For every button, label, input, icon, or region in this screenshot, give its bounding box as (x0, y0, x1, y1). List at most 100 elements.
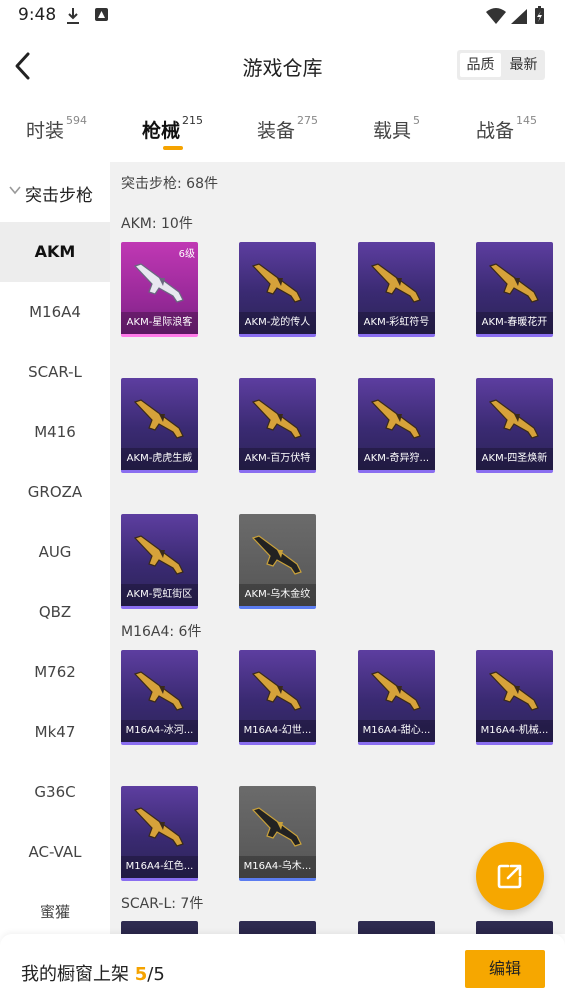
showcase-label: 我的橱窗上架 5/5 (21, 964, 165, 985)
tab-count: 145 (516, 114, 538, 127)
rifle-icon (370, 263, 421, 303)
section-title: 突击步枪: 68件 (121, 176, 218, 192)
sidebar-category-assault-rifles[interactable]: 突击步枪 (0, 162, 110, 222)
tab-vehicles[interactable]: 载具 5 (373, 114, 421, 143)
group-title-m16a4: M16A4: 6件 (121, 624, 202, 640)
skin-name: M16A4-乌木... (239, 856, 316, 878)
skin-name: AKM-虎虎生威 (121, 448, 198, 470)
sort-latest-button[interactable]: 最新 (503, 53, 544, 77)
skin-name: AKM-春暖花开 (476, 312, 553, 334)
sidebar-item-mk47[interactable]: Mk47 (0, 702, 110, 762)
tab-supplies[interactable]: 战备 145 (476, 114, 538, 143)
sort-toggle: 品质 最新 (457, 50, 545, 80)
skin-name: M16A4-红色... (121, 856, 198, 878)
skin-card[interactable]: M16A4-乌木... (239, 786, 316, 881)
rifle-icon (370, 671, 421, 711)
rifle-icon (370, 399, 421, 439)
rifle-icon (488, 399, 539, 439)
skin-name: AKM-奇异狩... (358, 448, 435, 470)
skin-card[interactable] (239, 921, 316, 934)
skin-card[interactable]: AKM-龙的传人 (239, 242, 316, 337)
sidebar-item-qbz[interactable]: QBZ (0, 582, 110, 642)
rifle-icon (133, 807, 184, 847)
sidebar-item-m416[interactable]: M416 (0, 402, 110, 462)
tab-count: 275 (297, 114, 319, 127)
sidebar-item-ac-val[interactable]: AC-VAL (0, 822, 110, 882)
sidebar-item-groza[interactable]: GROZA (0, 462, 110, 522)
skin-card[interactable]: M16A4-冰河... (121, 650, 198, 745)
skin-level: 6级 (178, 249, 195, 260)
rifle-icon (133, 535, 184, 575)
sidebar-item-scar-l[interactable]: SCAR-L (0, 342, 110, 402)
tab-weapons[interactable]: 枪械 215 (142, 114, 204, 143)
showcase-total: 5 (153, 964, 165, 985)
tab-fashion[interactable]: 时装 594 (26, 114, 88, 143)
skin-name: AKM-乌木金纹 (239, 584, 316, 606)
skin-card[interactable]: AKM-春暖花开 (476, 242, 553, 337)
download-icon (67, 8, 79, 24)
sidebar-item-m16a4[interactable]: M16A4 (0, 282, 110, 342)
rifle-icon (488, 263, 539, 303)
chevron-down-icon (9, 186, 21, 195)
skin-name: AKM-四圣焕新 (476, 448, 553, 470)
showcase-bar: 我的橱窗上架 5/5 编辑 (0, 934, 565, 1004)
group-title-scar-l: SCAR-L: 7件 (121, 896, 204, 912)
group-title-akm: AKM: 10件 (121, 216, 193, 232)
category-tabs: 时装 594 枪械 215 装备 275 载具 5 战备 145 (0, 98, 565, 162)
header: 游戏仓库 品质 最新 (0, 32, 565, 98)
rifle-icon (251, 671, 302, 711)
tab-count: 215 (182, 114, 204, 127)
rifle-icon (251, 263, 302, 303)
rifle-icon (251, 399, 302, 439)
tab-count: 594 (66, 114, 88, 127)
showcase-count: 5 (134, 964, 148, 985)
weapon-sidebar: 突击步枪 AKM M16A4 SCAR-L M416 GROZA AUG QBZ… (0, 162, 110, 934)
skin-card[interactable]: AKM-霓虹街区 (121, 514, 198, 609)
skin-card[interactable] (121, 921, 198, 934)
skin-name: M16A4-冰河... (121, 720, 198, 742)
weapon-list: 突击步枪: 68件 AKM: 10件 6级 AKM-星际浪客 AKM-龙的传人 AKM… (110, 162, 565, 934)
skin-card[interactable]: M16A4-幻世... (239, 650, 316, 745)
rifle-icon (133, 399, 184, 439)
skin-card[interactable] (358, 921, 435, 934)
skin-name: AKM-星际浪客 (121, 312, 198, 334)
sidebar-item-aug[interactable]: AUG (0, 522, 110, 582)
skin-card[interactable] (476, 921, 553, 934)
rifle-icon (488, 671, 539, 711)
skin-card[interactable]: M16A4-红色... (121, 786, 198, 881)
skin-card[interactable]: 6级 AKM-星际浪客 (121, 242, 198, 337)
skin-card[interactable]: M16A4-机械... (476, 650, 553, 745)
sidebar-item-m762[interactable]: M762 (0, 642, 110, 702)
skin-card[interactable]: AKM-百万伏特 (239, 378, 316, 473)
sidebar-item-honey-badger[interactable]: 蜜獾 (0, 882, 110, 934)
active-tab-indicator (163, 146, 183, 150)
rifle-icon (251, 807, 302, 847)
sort-quality-button[interactable]: 品质 (460, 53, 501, 77)
skin-name: AKM-百万伏特 (239, 448, 316, 470)
rifle-icon (133, 671, 184, 711)
skin-card[interactable]: AKM-彩虹符号 (358, 242, 435, 337)
skin-name: M16A4-幻世... (239, 720, 316, 742)
skin-card[interactable]: AKM-奇异狩... (358, 378, 435, 473)
skin-name: M16A4-机械... (476, 720, 553, 742)
tab-count: 5 (413, 114, 421, 127)
skin-name: AKM-龙的传人 (239, 312, 316, 334)
sidebar-item-akm[interactable]: AKM (0, 222, 110, 282)
skin-card[interactable]: AKM-乌木金纹 (239, 514, 316, 609)
skin-card[interactable]: M16A4-甜心... (358, 650, 435, 745)
rifle-icon (251, 535, 302, 575)
edit-button[interactable]: 编辑 (465, 950, 545, 988)
skin-card[interactable]: AKM-虎虎生威 (121, 378, 198, 473)
system-status-icons (486, 6, 544, 24)
sidebar-item-g36c[interactable]: G36C (0, 762, 110, 822)
skin-name: AKM-彩虹符号 (358, 312, 435, 334)
sidebar-category-label: 突击步枪 (25, 186, 93, 206)
skin-card[interactable]: AKM-四圣焕新 (476, 378, 553, 473)
tab-equipment[interactable]: 装备 275 (257, 114, 319, 143)
status-time: 9:48 (18, 5, 57, 25)
share-button[interactable] (476, 842, 544, 910)
app-notification-icon (95, 8, 108, 21)
rifle-icon (133, 263, 184, 303)
status-bar: 9:48 (0, 0, 565, 32)
skin-name: M16A4-甜心... (358, 720, 435, 742)
